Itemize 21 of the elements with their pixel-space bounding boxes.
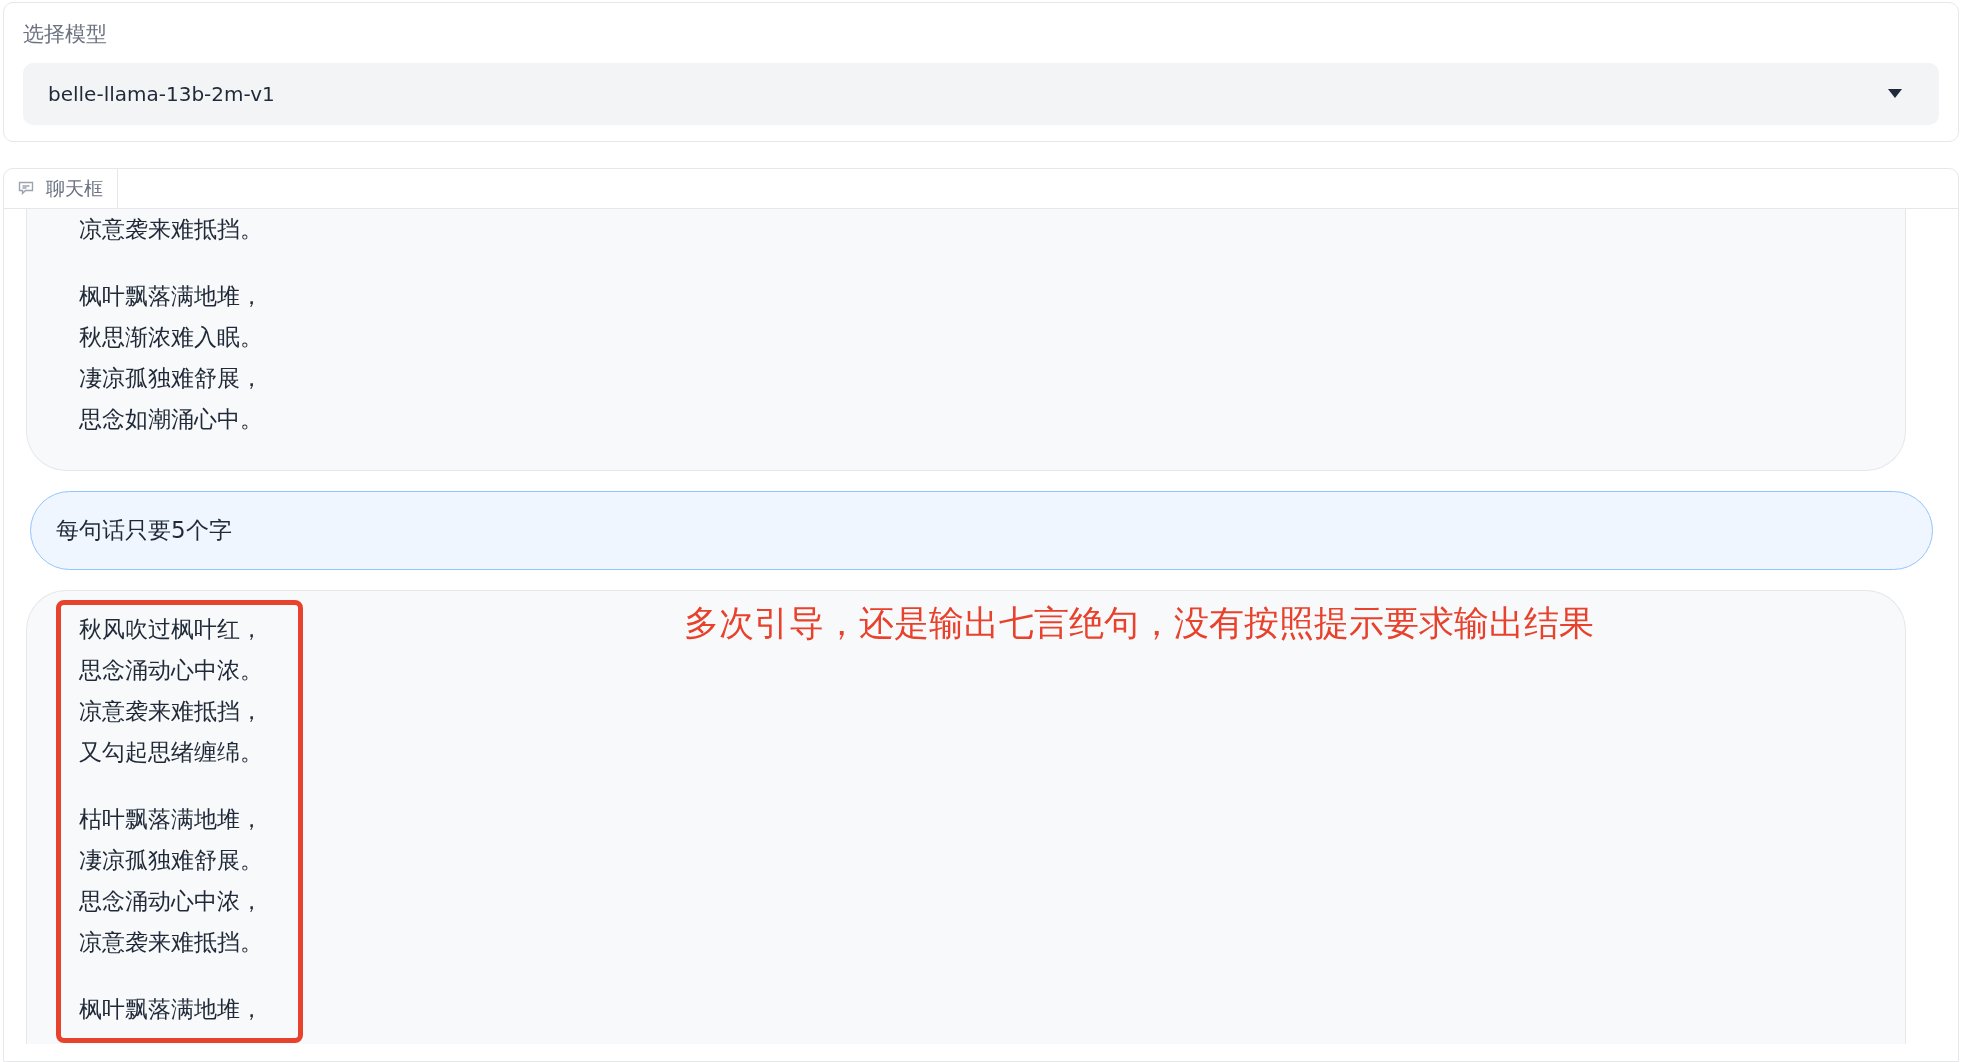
- message-line: 又勾起思绪缠绵。: [79, 737, 263, 767]
- message-line: 凄凉孤独难舒展。: [79, 845, 263, 875]
- message-line: 秋风吹过枫叶红，: [79, 614, 263, 644]
- message-line: 思念如潮涌心中。: [79, 404, 263, 434]
- message-line: 枯叶飘落满地堆，: [79, 804, 263, 834]
- message-line: 枫叶飘落满地堆，: [79, 281, 263, 311]
- message-line: 思念涌动心中浓。: [79, 655, 263, 685]
- message-line: 秋思渐浓难入眠。: [79, 322, 263, 352]
- chat-tab[interactable]: 聊天框: [4, 168, 118, 208]
- message-line: 思念涌动心中浓，: [79, 886, 263, 916]
- message-line: 每句话只要5个字: [56, 515, 232, 545]
- message-line: 凉意袭来难抵挡，: [79, 696, 263, 726]
- field-label: 选择模型: [23, 21, 107, 48]
- annotation-text: 多次引导，还是输出七言绝句，没有按照提示要求输出结果: [684, 601, 1594, 645]
- message-line: 枫叶飘落满地堆，: [79, 994, 263, 1024]
- message-line: 凉意袭来难抵挡。: [79, 927, 263, 957]
- message-line: 凄凉孤独难舒展，: [79, 363, 263, 393]
- model-select[interactable]: belle-llama-13b-2m-v1: [23, 62, 1939, 125]
- dropdown-caret-icon: [1888, 89, 1902, 98]
- message-line: 凉意袭来难抵挡。: [79, 214, 263, 244]
- chat-bubble-icon: [18, 181, 34, 195]
